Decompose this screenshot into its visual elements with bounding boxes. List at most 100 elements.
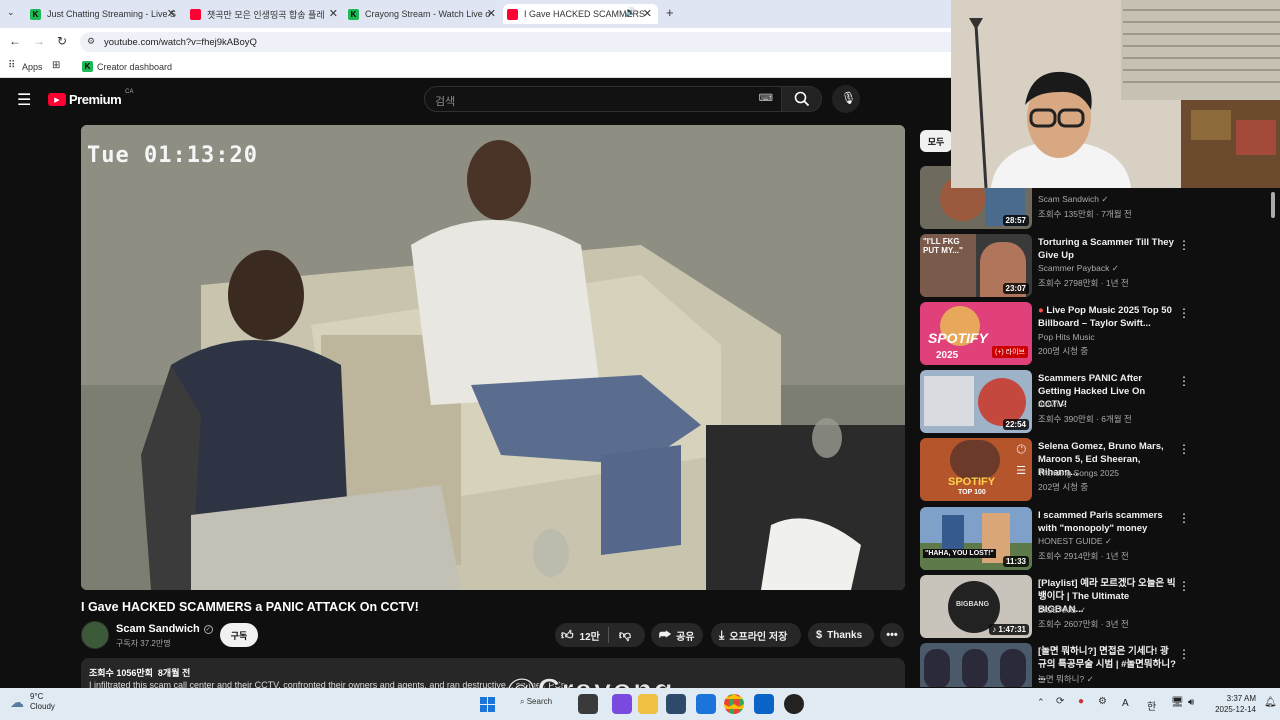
new-tab-icon[interactable]: +: [666, 5, 674, 20]
ime-mode[interactable]: 한: [1147, 698, 1156, 713]
close-tab-icon[interactable]: ✕: [167, 7, 176, 20]
file-explorer-icon[interactable]: [638, 694, 658, 714]
duration-badge: 23:07: [1002, 283, 1029, 294]
outlook-icon[interactable]: [754, 694, 774, 714]
input-language[interactable]: A: [1122, 698, 1129, 709]
more-actions-button[interactable]: •••: [880, 623, 904, 647]
channel-name[interactable]: Pop Hits Music: [1038, 332, 1095, 342]
video-title[interactable]: Torturing a Scammer Till They Give Up: [1038, 236, 1176, 262]
channel-name[interactable]: Scam Sandwich ✓: [116, 623, 213, 635]
more-vertical-icon[interactable]: ⋮: [1178, 647, 1190, 661]
video-meta: 조회수 2798만회 · 1년 전: [1038, 278, 1129, 288]
taskbar-search[interactable]: ⌕ Search: [520, 697, 552, 707]
browser-tab-4-active[interactable]: I Gave HACKED SCAMMERS 🔊 ✕: [503, 4, 658, 24]
recommendation-4[interactable]: 22:54 Scammers PANIC After Getting Hacke…: [920, 370, 1200, 434]
windows-start-icon[interactable]: [480, 697, 495, 712]
bookmark-apps[interactable]: Apps: [22, 62, 43, 72]
apps-grid-icon[interactable]: ⠿: [8, 60, 15, 71]
video-player[interactable]: Tue 01:13:20: [81, 125, 905, 590]
youtube-logo[interactable]: ▶ Premium CA: [48, 89, 133, 107]
bookmark-creator-dashboard[interactable]: Creator dashboard: [97, 62, 172, 72]
search-button[interactable]: [782, 86, 822, 112]
notifications-icon[interactable]: 🔔︎: [1264, 697, 1277, 708]
more-vertical-icon[interactable]: ⋮: [1178, 238, 1190, 252]
duration-text: 1:47:31: [998, 625, 1026, 634]
weather-widget[interactable]: ☁ 9°C Cloudy: [10, 692, 55, 712]
subscribe-button[interactable]: 구독: [220, 623, 258, 647]
obs-icon[interactable]: [784, 694, 804, 714]
tray-settings-icon[interactable]: ⚙: [1098, 696, 1107, 707]
channel-name[interactable]: Trending Songs 2025: [1038, 468, 1119, 478]
kick-favicon-icon: K: [82, 61, 93, 72]
forward-icon[interactable]: →: [33, 34, 45, 48]
voice-search-button[interactable]: 🎙: [832, 85, 860, 113]
chrome-icon[interactable]: [724, 694, 744, 714]
duration-badge: ♪ 1:47:31: [989, 624, 1029, 635]
tab-groups-icon[interactable]: ⊞: [52, 60, 60, 71]
video-title[interactable]: I scammed Paris scammers with "monopoly"…: [1038, 509, 1176, 535]
more-vertical-icon[interactable]: ⋮: [1178, 579, 1190, 593]
more-vertical-icon[interactable]: ⋮: [1178, 374, 1190, 388]
channel-text: HONEST GUIDE: [1038, 536, 1103, 546]
more-vertical-icon[interactable]: ⋮: [1178, 306, 1190, 320]
channel-avatar[interactable]: [81, 621, 109, 649]
audio-playing-icon[interactable]: 🔊: [625, 7, 636, 18]
clock[interactable]: 3:37 AM 2025-12-14: [1208, 693, 1256, 715]
back-icon[interactable]: ←: [9, 34, 21, 48]
tab-list-chevron-icon[interactable]: ⌄: [7, 7, 15, 18]
search-input[interactable]: 검색 ⌨: [424, 86, 782, 112]
video-thumbnail: BIGBANG ♪ 1:47:31: [920, 575, 1032, 638]
network-icon[interactable]: 🖥︎: [1171, 697, 1184, 708]
task-view-icon[interactable]: [578, 694, 598, 714]
recommendation-6[interactable]: "HAHA, YOU LOST!" 11:33 I scammed Paris …: [920, 507, 1200, 571]
terminal-icon[interactable]: [666, 694, 686, 714]
close-tab-icon[interactable]: ✕: [487, 7, 496, 20]
like-button[interactable]: 👍︎ 12만: [555, 628, 600, 643]
recommendation-8[interactable]: [놀면 뭐하니?] 면접은 기세다! 광규의 특공무술 시범 | #놀면뭐하니?…: [920, 643, 1200, 687]
download-button[interactable]: ⤓ 오프라인 저장: [711, 623, 801, 647]
share-button[interactable]: ⮫ 공유: [651, 623, 703, 647]
channel-name[interactable]: HONEST GUIDE ✓: [1038, 536, 1112, 547]
copilot-icon[interactable]: [612, 694, 632, 714]
channel-text: Scammer Payback: [1038, 263, 1110, 273]
browser-tab-1[interactable]: K Just Chatting Streaming - Live S ✕: [26, 4, 182, 24]
channel-name[interactable]: 놀면 뭐하니? ✓: [1038, 673, 1094, 685]
browser-tab-2[interactable]: 챗곡만 모은 인생띵곡 합송 플레 ✕: [186, 4, 344, 24]
channel-name[interactable]: Scammer Payback ✓: [1038, 263, 1119, 274]
more-vertical-icon[interactable]: ⋮: [1178, 442, 1190, 456]
close-tab-icon[interactable]: ✕: [329, 7, 338, 20]
store-icon[interactable]: [696, 694, 716, 714]
recommendation-7[interactable]: BIGBANG ♪ 1:47:31 [Playlist] 예라 모르겠다 오늘은…: [920, 575, 1200, 639]
close-tab-icon[interactable]: ✕: [643, 7, 652, 20]
channel-text: Scam Sandwich: [1038, 194, 1099, 204]
video-title[interactable]: ● Live Pop Music 2025 Top 50 Billboard –…: [1038, 304, 1176, 330]
channel-name[interactable]: mrwn ✓: [1038, 399, 1068, 410]
channel-name[interactable]: Scam Sandwich ✓: [1038, 194, 1108, 205]
scrollbar-thumb[interactable]: [1271, 192, 1275, 218]
recommendation-5[interactable]: SPOTIFY TOP 100 🕐︎ ☰ Selena Gomez, Bruno…: [920, 438, 1200, 502]
more-vertical-icon[interactable]: ⋮: [1178, 511, 1190, 525]
browser-tab-3[interactable]: K Crayong Stream - Watch Live o ✕: [344, 4, 502, 24]
recommendation-2[interactable]: "I'LL FKG PUT MY..." 23:07 Torturing a S…: [920, 234, 1200, 298]
tray-sync-icon[interactable]: ⟳: [1056, 696, 1064, 707]
show-hidden-icons-icon[interactable]: ⌃: [1037, 697, 1045, 708]
verified-icon: ✓: [203, 624, 213, 634]
channel-name[interactable]: BIGBANG ✓: [1038, 605, 1086, 616]
url-input[interactable]: ⚙ youtube.com/watch?v=fhej9kABoyQ: [80, 32, 960, 52]
dislike-button[interactable]: 👎︎: [609, 628, 631, 643]
thanks-button[interactable]: $ Thanks: [808, 623, 874, 647]
keyboard-icon[interactable]: ⌨: [759, 93, 773, 104]
reload-icon[interactable]: ↻: [57, 34, 67, 48]
tray-app-icon[interactable]: ●: [1078, 696, 1084, 707]
video-meta: 조회수 135만회 · 7개월 전: [1038, 209, 1132, 219]
chip-all[interactable]: 모두: [920, 130, 952, 152]
volume-icon[interactable]: 🔊︎: [1188, 697, 1194, 708]
add-to-queue-icon[interactable]: ☰: [1016, 464, 1026, 477]
sidebar-scrollbar[interactable]: [1268, 188, 1278, 688]
thumbnail-text: SPOTIFY: [928, 330, 988, 346]
recommendation-3[interactable]: SPOTIFY 2025 (+) 라이브 ● Live Pop Music 20…: [920, 302, 1200, 366]
channel-name-text: Scam Sandwich: [116, 623, 200, 635]
site-info-icon[interactable]: ⚙: [87, 36, 95, 47]
watch-later-clock-icon[interactable]: 🕐︎: [1017, 442, 1027, 457]
hamburger-menu-icon[interactable]: ☰: [17, 90, 31, 110]
